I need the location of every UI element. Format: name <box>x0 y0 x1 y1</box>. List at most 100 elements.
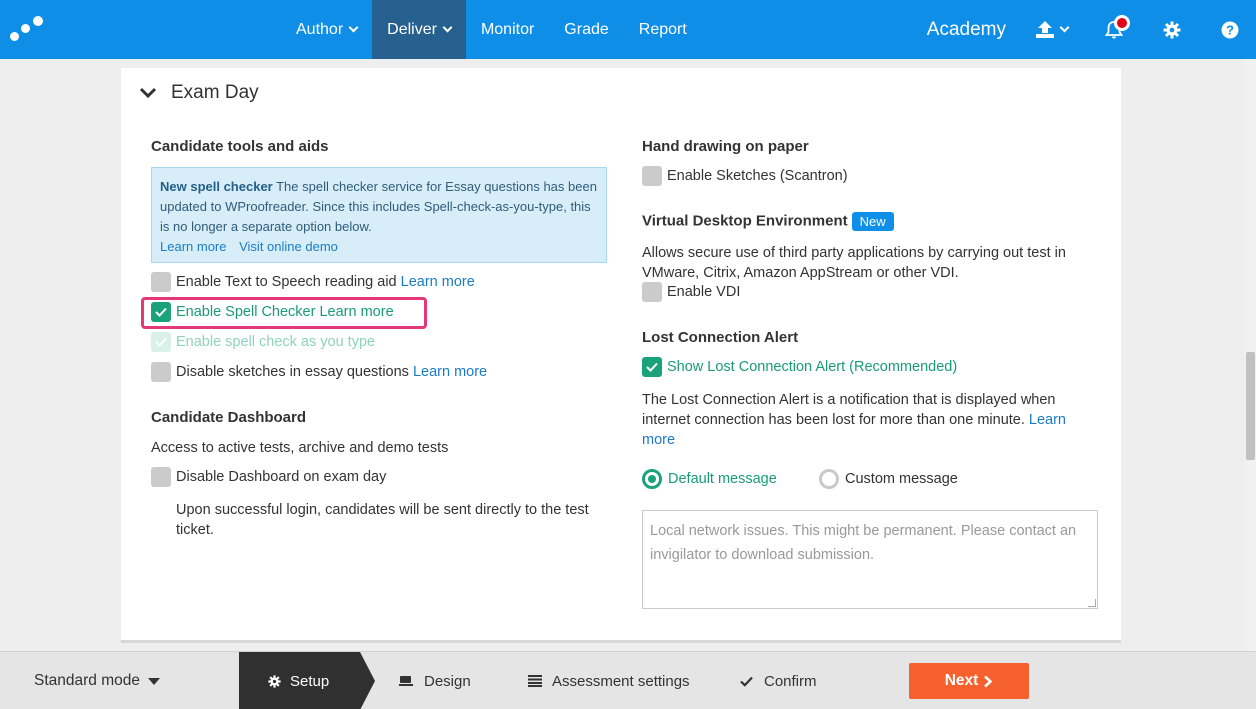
step-confirm-label: Confirm <box>764 672 817 690</box>
exam-day-header[interactable]: Exam Day <box>139 82 259 104</box>
custom-message-radio[interactable] <box>819 469 839 489</box>
notifications-button[interactable] <box>1098 14 1130 46</box>
mode-dropdown[interactable]: Standard mode <box>34 652 160 709</box>
tts-checkbox[interactable] <box>151 272 171 292</box>
nav-author[interactable]: Author <box>281 0 372 59</box>
dashboard-description: Access to active tests, archive and demo… <box>151 440 449 456</box>
caret-down-icon <box>148 677 160 685</box>
enable-sketches-checkbox[interactable] <box>642 166 662 186</box>
alert-message-text: Local network issues. This might be perm… <box>650 523 1077 563</box>
help-button[interactable]: ? <box>1214 14 1246 46</box>
vde-heading-row: Virtual Desktop Environment New <box>642 212 894 231</box>
enable-vdi-label: Enable VDI <box>667 284 741 300</box>
tts-learn-more-link[interactable]: Learn more <box>401 274 475 290</box>
resize-handle[interactable] <box>1088 599 1096 607</box>
dashboard-note: Upon successful login, candidates will b… <box>176 502 589 538</box>
disable-dashboard-option: Disable Dashboard on exam day <box>151 467 386 487</box>
check-icon <box>646 362 658 372</box>
check-icon <box>740 676 753 687</box>
right-nav: Academy ? <box>927 0 1256 59</box>
gear-icon <box>1163 21 1181 38</box>
lca-checkbox[interactable] <box>642 357 662 377</box>
step-design-label: Design <box>424 672 471 690</box>
step-setup-label: Setup <box>290 672 330 690</box>
gear-icon <box>268 674 281 688</box>
nav-report[interactable]: Report <box>624 0 702 59</box>
next-button[interactable]: Next <box>909 663 1029 699</box>
lca-heading: Lost Connection Alert <box>642 329 799 346</box>
new-badge: New <box>851 212 894 231</box>
custom-message-label: Custom message <box>845 471 958 487</box>
info-product: WProofreader <box>225 199 306 214</box>
exam-day-card: Exam Day Candidate tools and aids New sp… <box>121 68 1121 643</box>
spell-checker-label: Enable Spell Checker <box>176 304 316 320</box>
nav-monitor-label: Monitor <box>480 20 535 38</box>
lca-option: Show Lost Connection Alert (Recommended) <box>642 357 957 377</box>
chevron-down-icon <box>139 87 157 99</box>
lca-label: Show Lost Connection Alert (Recommended) <box>667 359 958 375</box>
settings-button[interactable] <box>1156 14 1188 46</box>
notification-badge <box>1114 14 1130 31</box>
default-message-radio[interactable] <box>642 469 662 489</box>
sketches-learn-more-link[interactable]: Learn more <box>413 364 487 380</box>
step-design[interactable]: Design <box>399 652 471 709</box>
visit-online-demo-link[interactable]: Visit online demo <box>239 239 338 254</box>
check-icon <box>155 307 167 317</box>
spell-checker-learn-more-link[interactable]: Learn more <box>319 304 393 320</box>
info-learn-more-link[interactable]: Learn more <box>160 239 226 254</box>
spell-check-as-you-type-checkbox <box>151 332 171 352</box>
list-icon <box>528 675 542 687</box>
chevron-down-icon <box>1059 22 1070 33</box>
help-icon: ? <box>1221 21 1239 38</box>
nav-grade[interactable]: Grade <box>549 0 623 59</box>
spell-checker-option: Enable Spell Checker Learn more <box>151 302 394 322</box>
enable-vdi-option: Enable VDI <box>642 282 740 302</box>
section-title: Exam Day <box>171 82 259 103</box>
nav-author-label: Author <box>296 20 344 38</box>
step-confirm[interactable]: Confirm <box>740 652 817 709</box>
spell-checker-checkbox[interactable] <box>151 302 171 322</box>
tools-heading: Candidate tools and aids <box>151 138 329 155</box>
tts-option: Enable Text to Speech reading aid Learn … <box>151 272 475 292</box>
vde-description: Allows secure use of third party applica… <box>642 245 1066 281</box>
nav-deliver-label: Deliver <box>387 20 437 38</box>
nav-monitor[interactable]: Monitor <box>466 0 549 59</box>
top-navigation-bar: Author Deliver Monitor Grade Report Acad… <box>0 0 1256 59</box>
dashboard-heading: Candidate Dashboard <box>151 409 307 426</box>
default-message-label: Default message <box>668 471 777 487</box>
alert-message-textarea[interactable]: Local network issues. This might be perm… <box>642 510 1098 609</box>
disable-dashboard-checkbox[interactable] <box>151 467 171 487</box>
enable-sketches-label: Enable Sketches (Scantron) <box>667 168 848 184</box>
chevron-down-icon <box>348 22 359 33</box>
hand-drawing-heading: Hand drawing on paper <box>642 138 809 155</box>
next-label: Next <box>944 672 979 689</box>
disable-sketches-checkbox[interactable] <box>151 362 171 382</box>
vde-heading: Virtual Desktop Environment <box>642 212 848 230</box>
step-assessment-settings[interactable]: Assessment settings <box>528 652 690 709</box>
enable-vdi-checkbox[interactable] <box>642 282 662 302</box>
scrollbar-thumb[interactable] <box>1246 352 1255 460</box>
svg-text:?: ? <box>1226 22 1234 37</box>
default-message-option[interactable]: Default message <box>642 469 777 489</box>
chevron-right-icon <box>984 675 993 687</box>
spell-check-as-you-type-label: Enable spell check as you type <box>176 334 376 350</box>
mode-label: Standard mode <box>34 672 140 689</box>
nav-deliver[interactable]: Deliver <box>372 0 466 59</box>
enable-sketches-option: Enable Sketches (Scantron) <box>642 166 848 186</box>
disable-dashboard-label: Disable Dashboard on exam day <box>176 469 387 485</box>
nav-report-label: Report <box>638 20 687 38</box>
design-icon <box>399 676 413 686</box>
nav-grade-label: Grade <box>564 20 609 38</box>
upload-button[interactable] <box>1032 14 1072 46</box>
wizard-bottom-bar: Standard mode Setup Design Assessment se… <box>0 651 1256 709</box>
spell-check-as-you-type-option: Enable spell check as you type <box>151 332 375 352</box>
info-bold: New spell checker <box>160 179 273 194</box>
custom-message-option[interactable]: Custom message <box>819 469 958 489</box>
disable-sketches-option: Disable sketches in essay questions Lear… <box>151 362 487 382</box>
step-setup[interactable]: Setup <box>239 652 375 709</box>
chevron-down-icon <box>442 22 453 33</box>
logo[interactable] <box>8 14 48 44</box>
lca-description: The Lost Connection Alert is a notificat… <box>642 392 1056 428</box>
academy-link[interactable]: Academy <box>927 19 1006 41</box>
step-assessment-label: Assessment settings <box>552 672 690 690</box>
